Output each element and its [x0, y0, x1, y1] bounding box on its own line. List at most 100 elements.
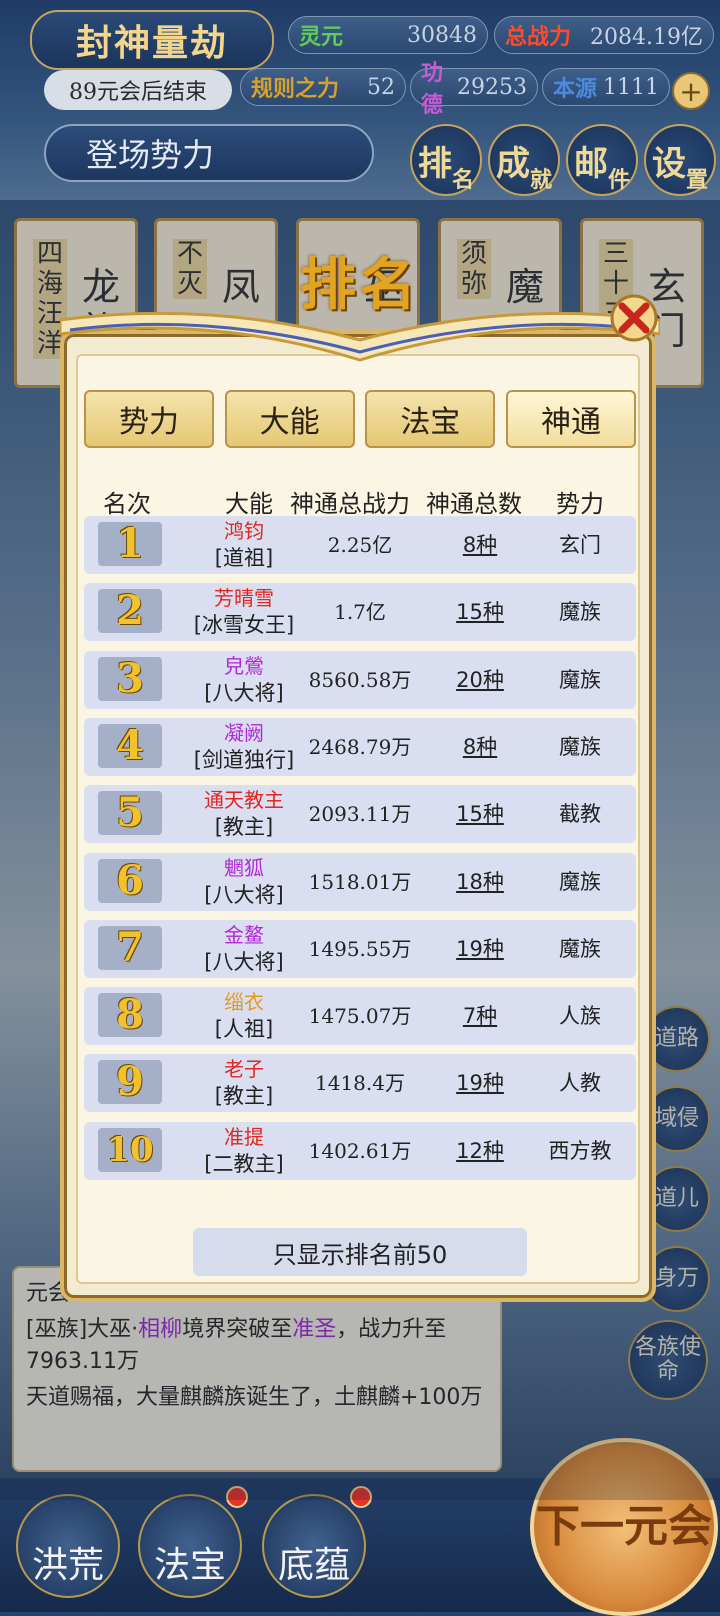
character-name: 老子 — [224, 1057, 264, 1081]
total-power: 2093.11万 — [308, 802, 412, 826]
faction-name: 魔族 — [559, 668, 601, 692]
rank-badge: 10 — [98, 1128, 162, 1172]
mail-button-label: 邮 — [573, 143, 608, 184]
character-name: 魍狐 — [224, 856, 264, 880]
achievement-button-label: 成 — [495, 143, 530, 184]
column-header-count: 神通总数 — [426, 490, 522, 518]
character-name: 鸿钧 — [224, 519, 264, 543]
achievement-button-sub: 就 — [529, 167, 552, 193]
ability-count[interactable]: 8种 — [430, 516, 530, 574]
stat-lingyuan: 灵元 30848 — [288, 16, 488, 54]
settings-button[interactable]: 设置 — [644, 124, 716, 196]
character-title: [教主] — [214, 1084, 274, 1108]
settings-button-label: 设 — [651, 143, 686, 184]
faction-name: 西方教 — [548, 1139, 612, 1163]
character-title: [八大将] — [204, 883, 284, 907]
character-name: 凝阙 — [224, 721, 264, 745]
ranking-tabs: 势力 大能 法宝 神通 — [84, 390, 636, 450]
rank-badge: 9 — [98, 1060, 162, 1104]
table-row[interactable]: 6 魍狐 [八大将] 1518.01万 18种 魔族 — [84, 853, 636, 911]
stat-value: 52 — [367, 74, 395, 100]
character-title: [剑道独行] — [193, 748, 295, 772]
rank-badge: 7 — [98, 926, 162, 970]
top50-note: 只显示排名前50 — [193, 1228, 527, 1276]
character-name: 皃鶯 — [224, 654, 264, 678]
ranking-button-sub: 名 — [451, 167, 474, 193]
character-title: [冰雪女王] — [193, 613, 295, 637]
column-header-faction: 势力 — [556, 490, 604, 518]
ability-count[interactable]: 12种 — [430, 1122, 530, 1180]
ability-count[interactable]: 15种 — [430, 583, 530, 641]
character-title: [人祖] — [214, 1017, 274, 1041]
rank-badge: 8 — [98, 993, 162, 1037]
total-power: 2.25亿 — [327, 533, 393, 557]
tab-faction[interactable]: 势力 — [84, 390, 214, 448]
ability-count[interactable]: 8种 — [430, 718, 530, 776]
table-row[interactable]: 7 金鳌 [八大将] 1495.55万 19种 魔族 — [84, 920, 636, 978]
table-row[interactable]: 8 缁衣 [人祖] 1475.07万 7种 人族 — [84, 987, 636, 1045]
stat-value: 2084.19亿 — [590, 25, 703, 50]
character-name: 金鳌 — [224, 923, 264, 947]
table-row[interactable]: 3 皃鶯 [八大将] 8560.58万 20种 魔族 — [84, 651, 636, 709]
ability-count[interactable]: 7种 — [430, 987, 530, 1045]
total-power: 2468.79万 — [308, 735, 412, 759]
tab-treasure[interactable]: 法宝 — [365, 390, 496, 448]
nav-treasure[interactable]: 法宝 — [138, 1494, 242, 1598]
nav-honghuang[interactable]: 洪荒 — [16, 1494, 120, 1598]
column-header-power: 神通总战力 — [290, 490, 410, 518]
settings-button-sub: 置 — [685, 167, 708, 193]
ability-count[interactable]: 15种 — [430, 785, 530, 843]
rank-badge: 3 — [98, 657, 162, 701]
achievement-button[interactable]: 成就 — [488, 124, 560, 196]
rank-badge: 4 — [98, 724, 162, 768]
mail-button-sub: 件 — [607, 167, 630, 193]
enter-factions-button[interactable]: 登场势力 — [44, 124, 374, 182]
column-header-rank: 名次 — [103, 490, 151, 518]
stat-label: 功德 — [421, 60, 444, 118]
table-row[interactable]: 5 通天教主 [教主] 2093.11万 15种 截教 — [84, 785, 636, 843]
character-title: [八大将] — [204, 950, 284, 974]
table-row[interactable]: 10 准提 [二教主] 1402.61万 12种 西方教 — [84, 1122, 636, 1180]
table-row[interactable]: 4 凝阙 [剑道独行] 2468.79万 8种 魔族 — [84, 718, 636, 776]
countdown-text: 89元会后结束 — [44, 70, 232, 110]
mail-button[interactable]: 邮件 — [566, 124, 638, 196]
total-power: 1418.4万 — [315, 1071, 405, 1095]
total-power: 1495.55万 — [308, 937, 412, 961]
rank-badge: 5 — [98, 791, 162, 835]
tab-great-power[interactable]: 大能 — [224, 390, 355, 448]
stat-label: 总战力 — [505, 24, 572, 50]
character-name: 通天教主 — [204, 788, 284, 812]
faction-name: 截教 — [559, 802, 601, 826]
faction-name: 人教 — [559, 1071, 601, 1095]
character-title: [道祖] — [214, 546, 274, 570]
table-row[interactable]: 2 芳晴雪 [冰雪女王] 1.7亿 15种 魔族 — [84, 583, 636, 641]
rank-badge: 2 — [98, 589, 162, 633]
close-icon[interactable] — [606, 290, 662, 346]
stat-rule-power: 规则之力 52 — [240, 68, 406, 106]
table-row[interactable]: 1 鸿钧 [道祖] 2.25亿 8种 玄门 — [84, 516, 636, 574]
faction-name: 人族 — [559, 1004, 601, 1028]
stat-total-power: 总战力 2084.19亿 — [494, 16, 714, 54]
stat-origin: 本源 1111 — [542, 68, 670, 106]
total-power: 8560.58万 — [308, 668, 412, 692]
rank-badge: 1 — [98, 522, 162, 566]
stat-label: 规则之力 — [251, 76, 340, 102]
table-header: 名次 大能 神通总战力 神通总数 势力 — [84, 484, 636, 520]
rank-badge: 6 — [98, 859, 162, 903]
stat-value: 30848 — [407, 22, 477, 48]
character-name: 缁衣 — [224, 990, 264, 1014]
tab-divine-ability[interactable]: 神通 — [505, 390, 636, 448]
total-power: 1475.07万 — [308, 1004, 412, 1028]
stat-value: 29253 — [457, 74, 527, 100]
ranking-button[interactable]: 排名 — [410, 124, 482, 196]
table-row[interactable]: 9 老子 [教主] 1418.4万 19种 人教 — [84, 1054, 636, 1112]
ability-count[interactable]: 18种 — [430, 853, 530, 911]
ability-count[interactable]: 19种 — [430, 1054, 530, 1112]
add-button[interactable]: + — [672, 72, 710, 110]
nav-foundation[interactable]: 底蕴 — [262, 1494, 366, 1598]
ability-count[interactable]: 20种 — [430, 651, 530, 709]
faction-name: 魔族 — [559, 870, 601, 894]
character-title: [教主] — [214, 815, 274, 839]
total-power: 1518.01万 — [308, 870, 412, 894]
ability-count[interactable]: 19种 — [430, 920, 530, 978]
